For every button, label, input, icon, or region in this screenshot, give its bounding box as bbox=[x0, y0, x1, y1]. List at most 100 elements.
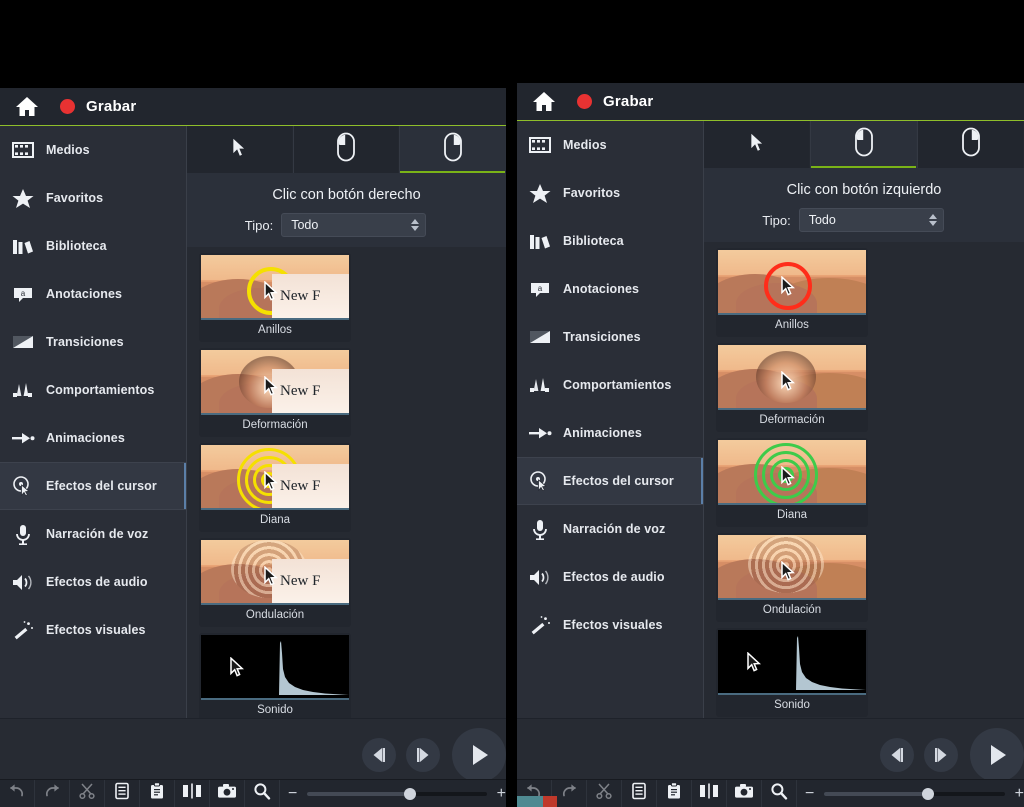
left-tab-header: Clic con botón derecho Tipo: Todo bbox=[187, 173, 506, 247]
effect-card[interactable]: Anillos bbox=[716, 248, 868, 337]
effect-card[interactable]: Deformación bbox=[716, 343, 868, 432]
arrow-animation-icon bbox=[517, 426, 563, 440]
sidebar-item-efectos-del-cursor[interactable]: Efectos del cursor bbox=[0, 462, 186, 510]
sidebar-item-narraci-n-de-voz[interactable]: Narración de voz bbox=[517, 505, 703, 553]
cursor-arrow-icon bbox=[746, 652, 762, 672]
right-window: Grabar Medios Favoritos Biblioteca a Ano… bbox=[517, 83, 1024, 807]
sidebar-item-efectos-de-audio[interactable]: Efectos de audio bbox=[517, 553, 703, 601]
step-forward-button[interactable] bbox=[924, 738, 958, 772]
timeline-clip-chip[interactable] bbox=[517, 796, 557, 807]
effect-label: Deformación bbox=[242, 419, 308, 431]
tab-right-click[interactable] bbox=[917, 121, 1024, 168]
sidebar-item-animaciones[interactable]: Animaciones bbox=[0, 414, 186, 462]
cursor-arrow-icon bbox=[263, 471, 279, 491]
cut-button[interactable] bbox=[587, 780, 622, 807]
effect-card[interactable]: New F Deformación bbox=[199, 348, 351, 437]
effect-card[interactable]: Sonido bbox=[716, 628, 868, 717]
camera-button[interactable] bbox=[210, 780, 245, 807]
step-back-button[interactable] bbox=[880, 738, 914, 772]
camera-button[interactable] bbox=[727, 780, 762, 807]
zoom-button[interactable] bbox=[762, 780, 797, 807]
zoom-slider[interactable] bbox=[824, 787, 1005, 800]
zoom-slider-knob[interactable] bbox=[921, 787, 934, 800]
camera-icon bbox=[217, 783, 237, 804]
sidebar-item-favoritos[interactable]: Favoritos bbox=[0, 174, 186, 222]
sidebar-item-transiciones[interactable]: Transiciones bbox=[517, 313, 703, 361]
zoom-out-button[interactable]: − bbox=[288, 785, 297, 802]
effect-card[interactable]: Sonido bbox=[199, 633, 351, 722]
sidebar-item-medios[interactable]: Medios bbox=[517, 121, 703, 169]
effect-card[interactable]: New F Ondulación bbox=[199, 538, 351, 627]
effect-card[interactable]: Diana bbox=[716, 438, 868, 527]
effect-card[interactable]: Ondulación bbox=[716, 533, 868, 622]
paste-button[interactable] bbox=[140, 780, 175, 807]
home-icon[interactable] bbox=[531, 91, 557, 113]
play-button[interactable] bbox=[452, 728, 506, 782]
sidebar-item-efectos-de-audio[interactable]: Efectos de audio bbox=[0, 558, 186, 606]
effect-label: Diana bbox=[259, 514, 291, 526]
sidebar-item-label: Comportamientos bbox=[46, 383, 155, 397]
redo-button[interactable] bbox=[35, 780, 70, 807]
sidebar-item-anotaciones[interactable]: a Anotaciones bbox=[0, 270, 186, 318]
right-titlebar: Grabar bbox=[517, 83, 1024, 120]
svg-text:a: a bbox=[21, 289, 26, 298]
split-button[interactable] bbox=[175, 780, 210, 807]
tab-right-click[interactable] bbox=[399, 126, 506, 173]
paste-button[interactable] bbox=[657, 780, 692, 807]
zoom-out-button[interactable]: − bbox=[805, 785, 814, 802]
sidebar-item-biblioteca[interactable]: Biblioteca bbox=[0, 222, 186, 270]
sidebar-item-comportamientos[interactable]: Comportamientos bbox=[517, 361, 703, 409]
tab-left-click[interactable] bbox=[810, 121, 917, 168]
transition-icon bbox=[517, 329, 563, 345]
books-icon bbox=[0, 237, 46, 256]
zoom-in-button[interactable]: + bbox=[497, 785, 506, 802]
sidebar-item-transiciones[interactable]: Transiciones bbox=[0, 318, 186, 366]
sidebar-item-narraci-n-de-voz[interactable]: Narración de voz bbox=[0, 510, 186, 558]
magic-wand-icon bbox=[0, 620, 46, 641]
effect-card[interactable]: New F Anillos bbox=[199, 253, 351, 342]
sidebar-item-efectos-visuales[interactable]: Efectos visuales bbox=[517, 601, 703, 649]
cut-button[interactable] bbox=[70, 780, 105, 807]
zoom-slider-knob[interactable] bbox=[404, 787, 417, 800]
step-forward-button[interactable] bbox=[406, 738, 440, 772]
chevron-updown-icon[interactable] bbox=[411, 219, 420, 231]
effect-card[interactable]: New F Diana bbox=[199, 443, 351, 532]
record-indicator[interactable] bbox=[60, 99, 75, 114]
sidebar-item-comportamientos[interactable]: Comportamientos bbox=[0, 366, 186, 414]
cursor-arrow-icon bbox=[229, 657, 245, 677]
type-select[interactable]: Todo bbox=[281, 213, 427, 237]
home-icon[interactable] bbox=[14, 96, 40, 118]
sidebar-item-biblioteca[interactable]: Biblioteca bbox=[517, 217, 703, 265]
redo-button[interactable] bbox=[552, 780, 587, 807]
sidebar-item-anotaciones[interactable]: a Anotaciones bbox=[517, 265, 703, 313]
right-toolbar: − + bbox=[517, 779, 1024, 807]
tab-cursor[interactable] bbox=[187, 126, 293, 173]
left-window: Grabar Medios Favoritos Biblioteca a Ano… bbox=[0, 88, 506, 807]
chevron-updown-icon[interactable] bbox=[928, 214, 937, 226]
effect-thumbnail: New F bbox=[201, 540, 349, 605]
play-button[interactable] bbox=[970, 728, 1024, 782]
zoom-button[interactable] bbox=[245, 780, 280, 807]
sidebar-item-animaciones[interactable]: Animaciones bbox=[517, 409, 703, 457]
undo-button[interactable] bbox=[0, 780, 35, 807]
type-select[interactable]: Todo bbox=[798, 208, 944, 232]
sidebar-item-label: Efectos de audio bbox=[563, 570, 665, 584]
sidebar-item-efectos-del-cursor[interactable]: Efectos del cursor bbox=[517, 457, 703, 505]
copy-button[interactable] bbox=[105, 780, 140, 807]
sidebar-list: Medios Favoritos Biblioteca a Anotacione… bbox=[517, 121, 703, 770]
sidebar-item-efectos-visuales[interactable]: Efectos visuales bbox=[0, 606, 186, 654]
tab-left-click[interactable] bbox=[292, 126, 400, 173]
right-tab-header: Clic con botón izquierdo Tipo: Todo bbox=[704, 168, 1024, 242]
sidebar-item-medios[interactable]: Medios bbox=[0, 126, 186, 174]
zoom-in-button[interactable]: + bbox=[1015, 785, 1024, 802]
split-button[interactable] bbox=[692, 780, 727, 807]
undo-icon bbox=[8, 782, 26, 805]
record-label: Grabar bbox=[86, 98, 137, 115]
effect-label: Sonido bbox=[774, 699, 810, 711]
copy-button[interactable] bbox=[622, 780, 657, 807]
tab-cursor[interactable] bbox=[704, 121, 810, 168]
sidebar-item-favoritos[interactable]: Favoritos bbox=[517, 169, 703, 217]
record-indicator[interactable] bbox=[577, 94, 592, 109]
zoom-slider[interactable] bbox=[307, 787, 487, 800]
step-back-button[interactable] bbox=[362, 738, 396, 772]
